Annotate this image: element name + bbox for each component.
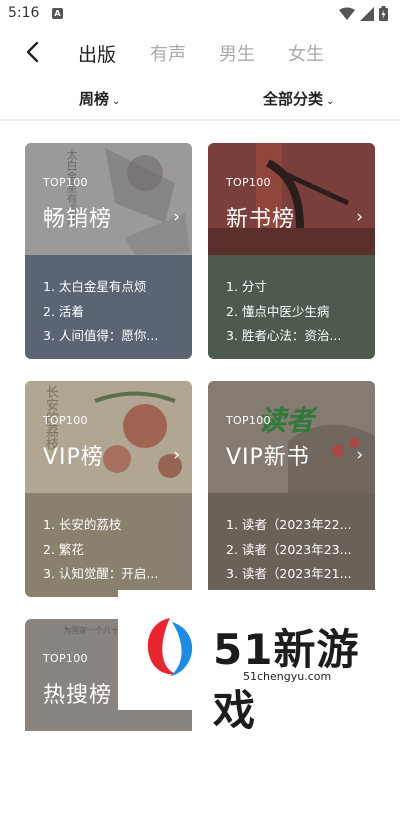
filter-bar: 周榜 ⌄ 全部分类 ⌄ xyxy=(0,84,400,114)
category-filter[interactable]: 全部分类 ⌄ xyxy=(263,88,334,109)
watermark-url: 51chengyu.com xyxy=(243,670,332,683)
cover-illustration xyxy=(208,143,375,255)
chevron-right-icon: › xyxy=(356,445,363,465)
top-label: TOP100 xyxy=(226,176,271,189)
period-filter-label: 周榜 xyxy=(79,90,110,108)
rank-card-vip[interactable]: 长安的荔枝 TOP100 VIP榜 › 1. 长安的荔枝 2. 繁花 3. 认知… xyxy=(25,381,192,597)
rank-card-bestseller[interactable]: 太白金星有点烦 TOP100 畅销榜 › 1. 太白金星有点烦 2. 活着 3.… xyxy=(25,143,192,359)
top-label: TOP100 xyxy=(43,414,88,427)
top-label: TOP100 xyxy=(43,176,88,189)
tab-male[interactable]: 男生 xyxy=(219,40,255,66)
card-title: 热搜榜 xyxy=(43,683,113,708)
card-list: 1. 分寸 2. 懂点中医少生病 3. 胜者心法：资治... xyxy=(226,275,341,349)
signal-icon xyxy=(360,6,374,21)
top-label: TOP100 xyxy=(226,414,271,427)
card-list: 1. 长安的荔枝 2. 繁花 3. 认知觉醒：开启... xyxy=(43,513,158,587)
chevron-right-icon: › xyxy=(173,445,180,465)
back-arrow-icon xyxy=(26,41,39,63)
notification-icon: A xyxy=(52,8,63,19)
list-item[interactable]: 3. 认知觉醒：开启... xyxy=(43,562,158,587)
card-title: 畅销榜 xyxy=(43,207,113,232)
card-list: 1. 读者（2023年22... 2. 读者（2023年23... 3. 读者（… xyxy=(226,513,352,587)
chevron-down-icon: ⌄ xyxy=(112,96,121,107)
wifi-icon xyxy=(339,7,355,20)
period-filter[interactable]: 周榜 ⌄ xyxy=(79,88,120,109)
list-item[interactable]: 2. 活着 xyxy=(43,300,158,325)
list-item[interactable]: 1. 长安的荔枝 xyxy=(43,513,158,538)
card-cover xyxy=(208,143,375,255)
status-time: 5:16 xyxy=(8,5,40,21)
card-title: VIP榜 xyxy=(43,445,104,470)
category-filter-label: 全部分类 xyxy=(263,90,324,108)
watermark: 51新游戏 51chengyu.com xyxy=(118,590,400,735)
list-item[interactable]: 3. 人间值得：愿你... xyxy=(43,324,158,349)
list-item[interactable]: 1. 太白金星有点烦 xyxy=(43,275,158,300)
list-item[interactable]: 1. 读者（2023年22... xyxy=(226,513,352,538)
card-title: VIP新书 xyxy=(226,445,310,470)
tab-publish[interactable]: 出版 xyxy=(78,40,116,67)
divider xyxy=(0,119,400,121)
top-nav: 出版 有声 男生 女生 xyxy=(0,30,400,74)
tab-female[interactable]: 女生 xyxy=(288,40,324,66)
rank-card-vip-new[interactable]: 读者 TOP100 VIP新书 › 1. 读者（2023年22... 2. 读者… xyxy=(208,381,375,597)
list-item[interactable]: 2. 繁花 xyxy=(43,538,158,563)
list-item[interactable]: 2. 懂点中医少生病 xyxy=(226,300,341,325)
list-item[interactable]: 2. 读者（2023年23... xyxy=(226,538,352,563)
cover-text: 为国家一个八十 xyxy=(63,626,119,635)
chevron-right-icon: › xyxy=(356,207,363,227)
battery-icon xyxy=(379,6,388,21)
status-icons xyxy=(339,6,388,21)
card-title: 新书榜 xyxy=(226,207,296,232)
list-item[interactable]: 3. 读者（2023年21... xyxy=(226,562,352,587)
brand-logo-icon xyxy=(147,618,193,676)
chevron-down-icon: ⌄ xyxy=(326,96,335,107)
card-cover: 读者 xyxy=(208,381,375,493)
list-item[interactable]: 1. 分寸 xyxy=(226,275,341,300)
chevron-right-icon: › xyxy=(173,207,180,227)
cover-illustration xyxy=(25,143,192,255)
list-item[interactable]: 3. 胜者心法：资治... xyxy=(226,324,341,349)
top-label: TOP100 xyxy=(43,652,88,665)
rank-card-new[interactable]: TOP100 新书榜 › 1. 分寸 2. 懂点中医少生病 3. 胜者心法：资治… xyxy=(208,143,375,359)
card-list: 1. 太白金星有点烦 2. 活着 3. 人间值得：愿你... xyxy=(43,275,158,349)
tab-audio[interactable]: 有声 xyxy=(150,40,186,66)
card-cover: 长安的荔枝 xyxy=(25,381,192,493)
back-button[interactable] xyxy=(18,38,46,66)
card-cover: 太白金星有点烦 xyxy=(25,143,192,255)
status-bar: 5:16 A xyxy=(0,0,400,28)
